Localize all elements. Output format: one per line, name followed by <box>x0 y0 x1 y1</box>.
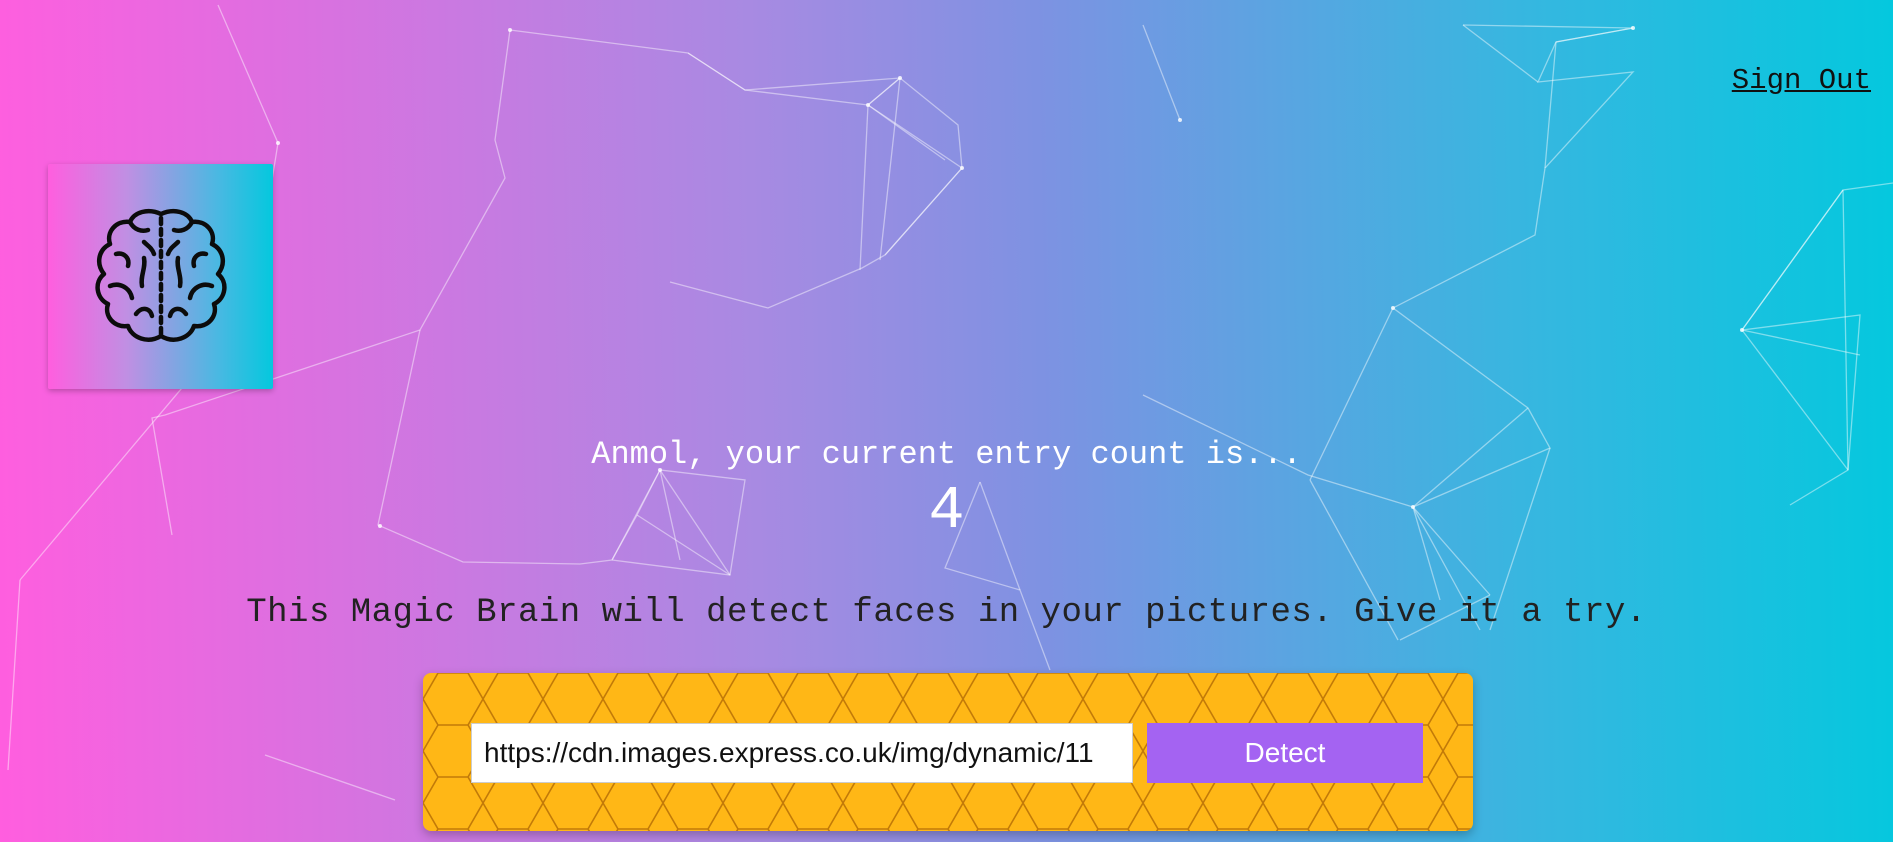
sign-out-link[interactable]: Sign Out <box>1732 64 1871 97</box>
entry-count-value: 4 <box>928 478 965 546</box>
brain-icon <box>94 208 227 342</box>
entry-count-greeting: Anmol, your current entry count is... <box>591 436 1302 473</box>
image-url-input[interactable] <box>471 723 1133 783</box>
logo-card <box>48 164 273 389</box>
intro-tagline: This Magic Brain will detect faces in yo… <box>246 594 1647 632</box>
image-url-form: Detect <box>423 673 1473 831</box>
detect-button[interactable]: Detect <box>1147 723 1423 783</box>
